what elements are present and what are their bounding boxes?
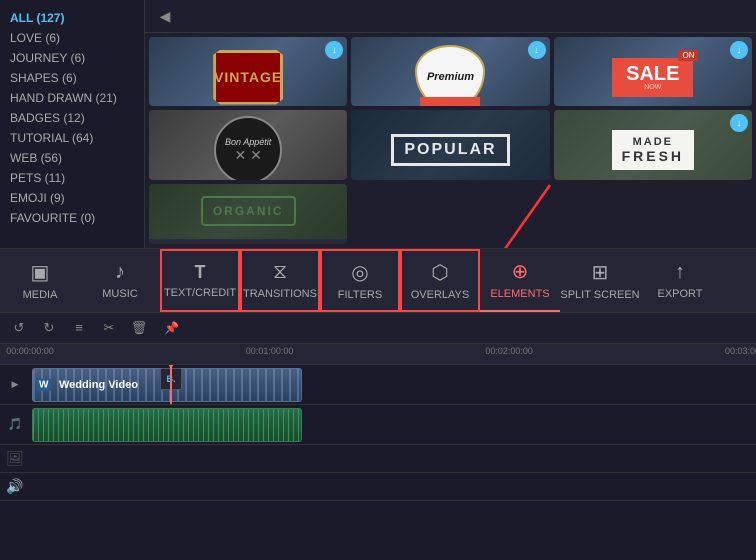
music-icon: ♪	[115, 261, 125, 284]
sidebar-item-journey[interactable]: JOURNEY (6)	[0, 48, 144, 68]
content-area: ◀ VINTAGE ↓ Badge Element 6	[145, 0, 756, 248]
badge9-thumbnail: Bon Appétit ✕ ✕	[149, 110, 347, 179]
media-icon: ▣	[31, 260, 50, 285]
sidebar-item-favourite[interactable]: FAVOURITE (0)	[0, 208, 144, 228]
timeline-ruler: 00:00:00:00 00:01:00:00 00:02:00:00 00:0…	[0, 344, 756, 365]
track-icon-2: 🔊	[0, 478, 30, 495]
toolbar-text[interactable]: T TEXT/CREDIT	[160, 249, 240, 312]
toolbar-transitions-label: TRANSITIONS	[243, 288, 317, 300]
extra-track-row-2: 🔊	[0, 473, 756, 501]
time-mark-2: 00:02:00:00	[485, 346, 533, 356]
export-icon: ↑	[675, 261, 685, 284]
sidebar-item-web[interactable]: WEB (56)	[0, 148, 144, 168]
timeline-pin-icon: 📌	[164, 321, 179, 335]
toolbar-transitions[interactable]: ⧖ TRANSITIONS	[240, 249, 320, 312]
time-mark-3: 00:03:00:00	[725, 346, 756, 356]
badge-element-6[interactable]: VINTAGE ↓ Badge Element 6	[149, 37, 347, 106]
toolbar-elements[interactable]: ⊕ ELEMENTS	[480, 249, 560, 312]
video-track-label: ▶	[0, 379, 30, 390]
back-button[interactable]: ◀	[153, 4, 177, 28]
badge8-thumbnail: ON SALE NOW ↓	[554, 37, 752, 106]
overlays-icon: ⬡	[431, 260, 448, 285]
delete-button[interactable]: 🗑	[128, 317, 150, 339]
toolbar-text-label: TEXT/CREDIT	[164, 287, 236, 299]
toolbar-music-label: MUSIC	[102, 288, 137, 300]
redo-button[interactable]: ↻	[38, 317, 60, 339]
text-icon: T	[195, 262, 206, 283]
toolbar-split-label: SPLIT SCREEN	[560, 289, 639, 301]
badge-grid: VINTAGE ↓ Badge Element 6 Premium	[145, 33, 756, 248]
ruler-marks: 00:00:00:00 00:01:00:00 00:02:00:00 00:0…	[30, 346, 756, 362]
time-mark-1: 00:01:00:00	[246, 346, 294, 356]
elements-icon: ⊕	[512, 259, 529, 284]
badge-element-8[interactable]: ON SALE NOW ↓ Badge Element 8	[554, 37, 752, 106]
badge-element-9[interactable]: Bon Appétit ✕ ✕ Badge Element 9	[149, 110, 347, 179]
badge-element-12[interactable]: ORGANIC	[149, 184, 347, 244]
toolbar-overlays[interactable]: ⬡ OVERLAYS	[400, 249, 480, 312]
transitions-icon: ⧖	[273, 261, 287, 284]
playhead	[170, 365, 172, 404]
badge-element-7[interactable]: Premium ↓ Badge Element 7	[351, 37, 549, 106]
badge12-thumbnail: ORGANIC	[149, 184, 347, 239]
timeline-area: ↺ ↻ ≡ ✂ 🗑 📌 00:00:00:00 00:01:00:00 00:0…	[0, 313, 756, 560]
undo-button[interactable]: ↺	[8, 317, 30, 339]
sidebar-item-pets[interactable]: PETS (11)	[0, 168, 144, 188]
toolbar-media-label: MEDIA	[23, 289, 58, 301]
audio-clip[interactable]	[32, 408, 302, 442]
badge7-thumbnail: Premium ↓	[351, 37, 549, 106]
badge10-thumbnail: POPULAR	[351, 110, 549, 179]
audio-track-row: 🎵	[0, 405, 756, 445]
filters-icon: ◎	[351, 260, 368, 285]
sidebar-item-tutorial[interactable]: TUTORIAL (64)	[0, 128, 144, 148]
main-area: ALL (127) LOVE (6) JOURNEY (6) SHAPES (6…	[0, 0, 756, 248]
video-track-content[interactable]: W Wedding Video B.	[30, 365, 756, 404]
video-track-row: ▶ W Wedding Video B.	[0, 365, 756, 405]
timeline-controls: ↺ ↻ ≡ ✂ 🗑 📌	[0, 313, 756, 344]
sidebar-item-emoji[interactable]: EMOJI (9)	[0, 188, 144, 208]
toolbar-media[interactable]: ▣ MEDIA	[0, 249, 80, 312]
time-mark-0: 00:00:00:00	[6, 346, 54, 356]
split-screen-icon: ⊞	[592, 260, 609, 285]
sidebar-item-all[interactable]: ALL (127)	[0, 8, 144, 28]
audio-waveform	[33, 409, 301, 441]
video-clip-label: Wedding Video	[33, 377, 144, 393]
track-icon-1: 🖼	[0, 450, 30, 467]
sidebar-item-shapes[interactable]: SHAPES (6)	[0, 68, 144, 88]
sidebar-item-love[interactable]: LOVE (6)	[0, 28, 144, 48]
sidebar: ALL (127) LOVE (6) JOURNEY (6) SHAPES (6…	[0, 0, 145, 248]
toolbar-split-screen[interactable]: ⊞ SPLIT SCREEN	[560, 249, 640, 312]
badge11-thumbnail: MADE FRESH ↓	[554, 110, 752, 179]
content-header: ◀	[145, 0, 756, 33]
audio-track-label: 🎵	[0, 417, 30, 431]
badge8-download-icon[interactable]: ↓	[730, 41, 748, 59]
toolbar-export[interactable]: ↑ EXPORT	[640, 249, 720, 312]
toolbar: ▣ MEDIA ♪ MUSIC T TEXT/CREDIT ⧖ TRANSITI…	[0, 248, 756, 313]
audio-track-content[interactable]	[30, 405, 756, 444]
toolbar-export-label: EXPORT	[657, 288, 702, 300]
toolbar-filters[interactable]: ◎ FILTERS	[320, 249, 400, 312]
extra-track-row-1: 🖼	[0, 445, 756, 473]
badge-element-10[interactable]: POPULAR Badge Element 10	[351, 110, 549, 179]
badge-element-11[interactable]: MADE FRESH ↓ Badge Element 11	[554, 110, 752, 179]
toolbar-music[interactable]: ♪ MUSIC	[80, 249, 160, 312]
badge6-thumbnail: VINTAGE ↓	[149, 37, 347, 106]
list-button[interactable]: ≡	[68, 317, 90, 339]
sidebar-item-badges[interactable]: BADGES (12)	[0, 108, 144, 128]
badge7-download-icon[interactable]: ↓	[528, 41, 546, 59]
timeline-tracks: ▶ W Wedding Video B. 🎵	[0, 365, 756, 560]
toolbar-overlays-label: OVERLAYS	[411, 289, 470, 301]
toolbar-filters-label: FILTERS	[338, 289, 382, 301]
toolbar-elements-label: ELEMENTS	[490, 288, 549, 300]
sidebar-item-hand-drawn[interactable]: HAND DRAWN (21)	[0, 88, 144, 108]
cut-button[interactable]: ✂	[98, 317, 120, 339]
